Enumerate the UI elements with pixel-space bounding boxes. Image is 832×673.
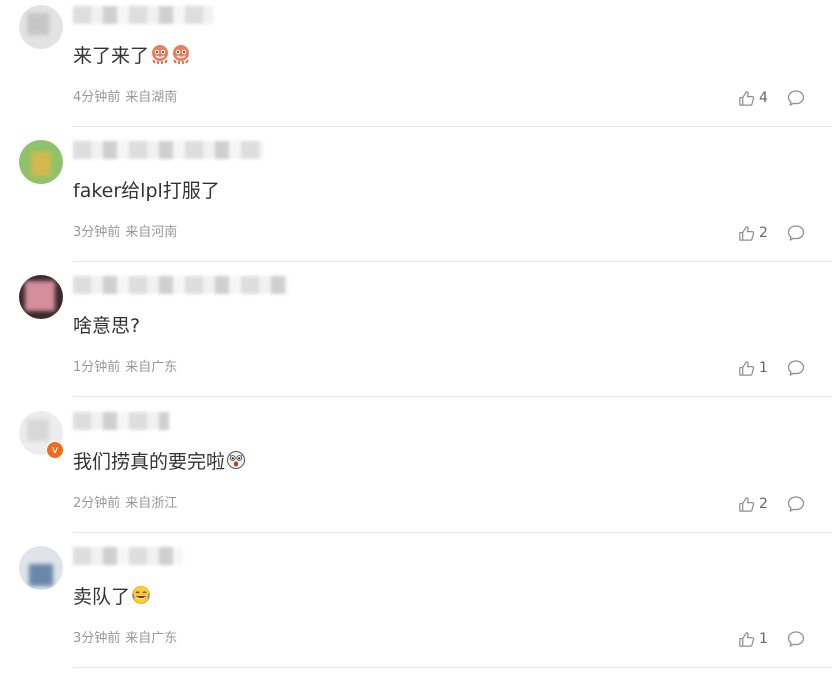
avatar[interactable]: [19, 275, 63, 319]
avatar-blur: [31, 152, 51, 176]
thumbs-up-icon: [739, 90, 755, 106]
like-count: 1: [759, 631, 768, 647]
comment-time: 4分钟前: [73, 90, 121, 105]
comment-location: 来自河南: [125, 225, 178, 240]
username-redacted[interactable]: [73, 141, 263, 159]
comment-text: 我们捞真的要完啦: [73, 448, 246, 476]
avatar[interactable]: [19, 140, 63, 184]
username-redacted[interactable]: [73, 412, 169, 430]
comment-bubble-icon[interactable]: [787, 495, 805, 513]
like-count: 2: [759, 225, 768, 241]
thumbs-up-icon: [739, 360, 755, 376]
comment-time: 2分钟前: [73, 496, 121, 511]
thumbs-up-icon: [739, 631, 755, 647]
comment-item: 来了来了 4分钟前 来自湖南 4: [0, 0, 832, 128]
comment-text-content: 来了来了: [73, 45, 150, 67]
avatar-blur: [27, 13, 49, 35]
like-count: 2: [759, 496, 768, 512]
thumbs-up-icon: [739, 496, 755, 512]
thumbs-up-icon: [739, 225, 755, 241]
laughing-tears-emoji: [132, 586, 150, 604]
comment-item: v 我们捞真的要完啦 2分钟前 来自浙江 2: [0, 398, 832, 534]
verified-badge: v: [46, 441, 64, 459]
username-redacted[interactable]: [73, 6, 213, 24]
comment-meta: 1分钟前 来自广东: [73, 358, 177, 378]
comment-location: 来自广东: [125, 360, 178, 375]
divider: [73, 396, 832, 397]
like-button[interactable]: 4: [738, 88, 768, 108]
comment-location: 来自广东: [125, 631, 178, 646]
comment-location: 来自浙江: [125, 496, 178, 511]
avatar[interactable]: [19, 546, 63, 590]
octopus-emoji: [173, 45, 190, 64]
username-redacted[interactable]: [73, 276, 288, 294]
comment-item: faker给lpl打服了 3分钟前 来自河南 2: [0, 127, 832, 263]
comment-bubble-icon[interactable]: [787, 630, 805, 648]
comment-meta: 4分钟前 来自湖南: [73, 88, 177, 108]
like-button[interactable]: 1: [738, 629, 768, 649]
comment-text: 卖队了: [73, 583, 151, 611]
comment-text: 来了来了: [73, 42, 191, 70]
divider: [73, 667, 832, 668]
avatar-blur: [27, 419, 49, 441]
like-count: 1: [759, 360, 768, 376]
username-redacted[interactable]: [73, 547, 183, 565]
comment-time: 3分钟前: [73, 225, 121, 240]
like-button[interactable]: 1: [738, 358, 768, 378]
comment-meta: 3分钟前 来自广东: [73, 629, 177, 649]
comment-item: 啥意思? 1分钟前 来自广东 1: [0, 262, 832, 398]
comment-list: 来了来了 4分钟前 来自湖南 4 faker给lpl打服了 3分钟前 来自河南 2 …: [0, 0, 832, 673]
octopus-emoji: [152, 45, 169, 64]
comment-time: 1分钟前: [73, 360, 121, 375]
comment-bubble-icon[interactable]: [787, 359, 805, 377]
comment-text-content: 我们捞真的要完啦: [73, 451, 226, 473]
comment-bubble-icon[interactable]: [787, 89, 805, 107]
avatar-blur: [25, 281, 55, 311]
comment-text-content: 啥意思?: [73, 315, 141, 337]
comment-item: 卖队了 3分钟前 来自广东 1: [0, 533, 832, 669]
comment-meta: 3分钟前 来自河南: [73, 223, 177, 243]
avatar-blur: [29, 564, 53, 586]
comment-time: 3分钟前: [73, 631, 121, 646]
like-button[interactable]: 2: [738, 494, 768, 514]
frightened-face-emoji: [227, 451, 246, 469]
like-count: 4: [759, 90, 768, 106]
comment-meta: 2分钟前 来自浙江: [73, 494, 177, 514]
comment-location: 来自湖南: [125, 90, 178, 105]
comment-text: faker给lpl打服了: [73, 177, 220, 205]
avatar[interactable]: [19, 5, 63, 49]
comment-text: 啥意思?: [73, 312, 140, 340]
like-button[interactable]: 2: [738, 223, 768, 243]
comment-text-content: 卖队了: [73, 586, 131, 608]
comment-text-content: faker给lpl打服了: [73, 180, 220, 202]
comment-bubble-icon[interactable]: [787, 224, 805, 242]
